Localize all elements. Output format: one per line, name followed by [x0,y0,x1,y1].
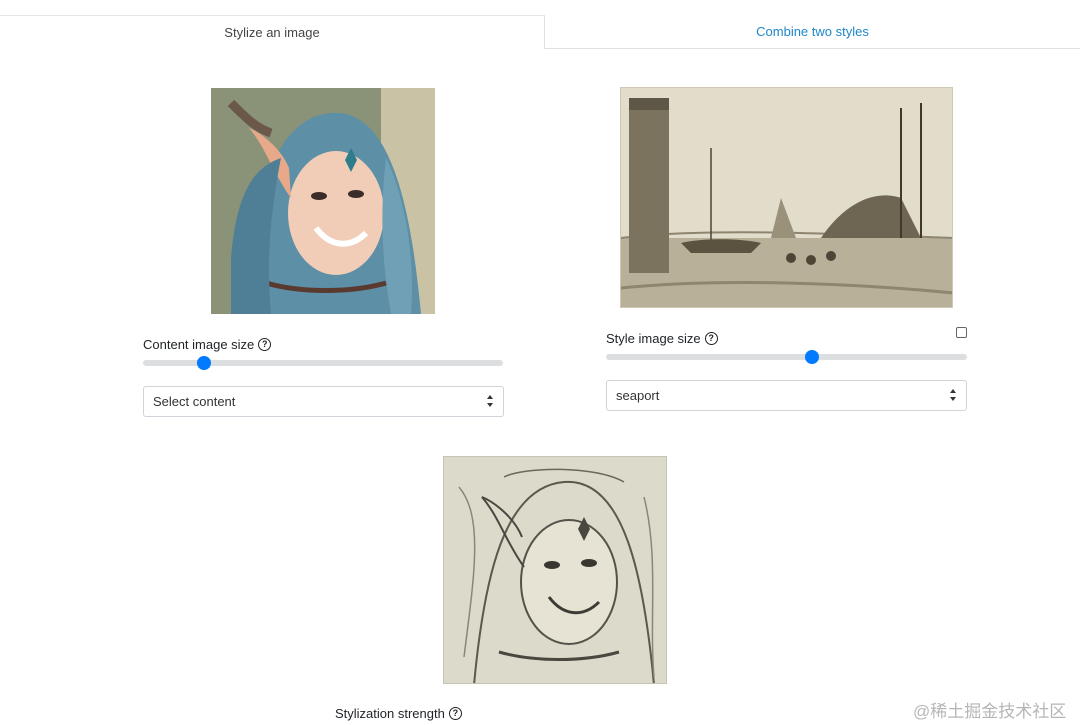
content-select[interactable]: Select content [143,386,504,417]
style-slider-thumb[interactable] [804,350,819,364]
stylization-strength-label: Stylization strength ? [335,706,462,721]
watermark: @稀土掘金技术社区 [913,702,1067,721]
style-image-size-label: Style image size ? [606,331,718,346]
style-select[interactable]: seaport [606,380,967,411]
stylized-result-image [443,456,667,684]
content-image-size-slider[interactable] [143,356,503,370]
question-circle-icon[interactable]: ? [704,332,718,345]
content-slider-thumb[interactable] [197,356,212,370]
tab-combine-two-styles[interactable]: Combine two styles [545,15,1080,49]
content-image [211,88,435,314]
content-select-value: Select content [153,394,236,409]
style-image-size-text: Style image size [606,331,701,346]
stylization-strength-text: Stylization strength [335,706,445,721]
style-select-value: seaport [616,388,660,403]
tab-bar: Stylize an image Combine two styles [0,15,1080,49]
question-circle-icon[interactable]: ? [258,338,272,351]
tab-stylize-an-image[interactable]: Stylize an image [0,15,545,49]
style-image-size-slider[interactable] [606,350,967,364]
select-caret-icon [950,389,958,401]
content-image-size-label: Content image size ? [143,337,272,352]
question-circle-icon[interactable]: ? [448,707,462,720]
content-image-size-text: Content image size [143,337,255,352]
style-image [620,87,953,308]
select-caret-icon [487,395,495,407]
style-checkbox[interactable] [956,327,967,338]
